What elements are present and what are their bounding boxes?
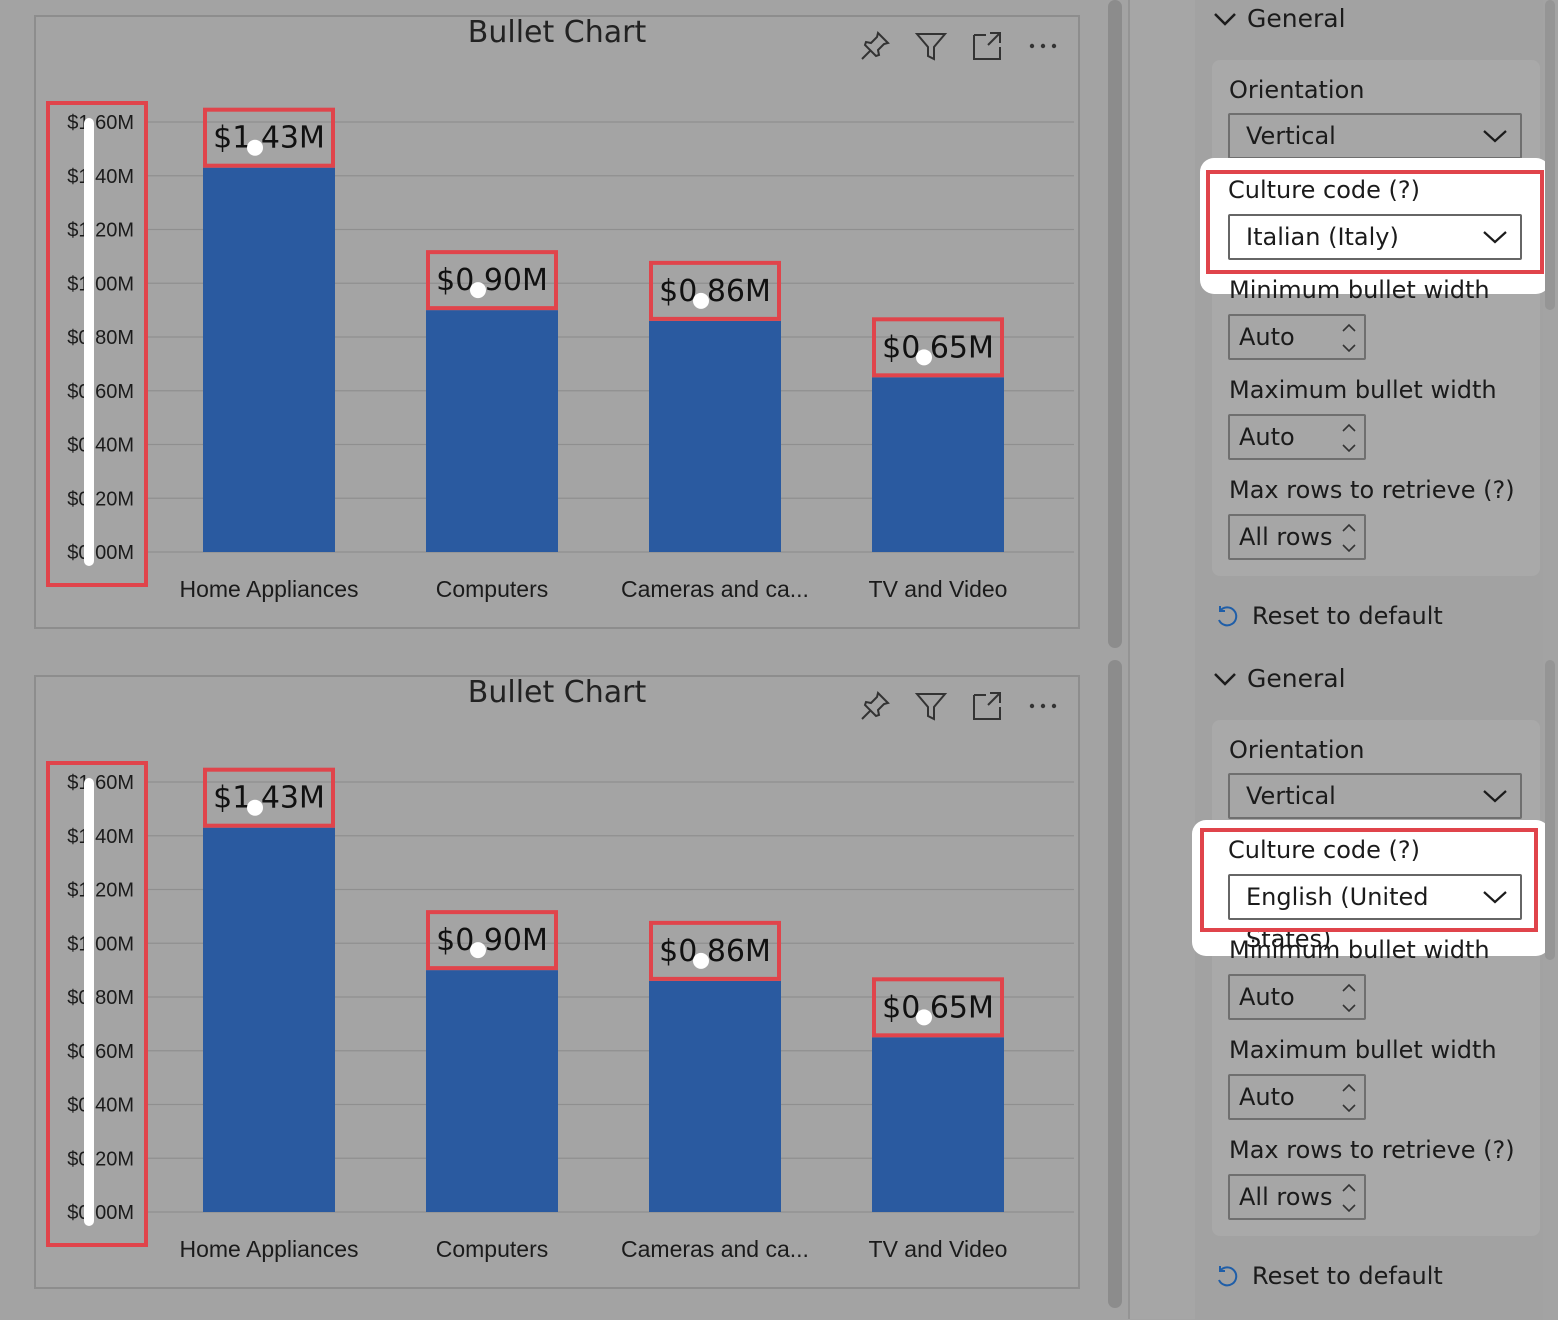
x-category-label: Cameras and ca... [621,1236,809,1262]
x-category-label: Cameras and ca... [621,576,809,602]
min-bullet-width-input[interactable]: Auto [1228,974,1366,1020]
y-tick-label: $0,40M [67,435,134,457]
culture-field-layer: Culture code (?) Italian (Italy) Minimum… [1212,0,1542,660]
comparison-section-italian: Bullet Chart $0,00M $0,20M $0,40M $0,60M $0,… [0,0,1558,660]
y-tick-label: $1,00M [67,273,134,295]
spin-arrows-icon[interactable] [1340,1080,1358,1116]
x-category-label: TV and Video [869,576,1008,602]
y-tick-label: $0,00M [67,542,134,564]
target-marker [916,1009,932,1026]
reset-to-default-button[interactable]: Reset to default [1214,1262,1443,1290]
max-bullet-width-label: Maximum bullet width [1229,1036,1497,1064]
x-category-label: Home Appliances [180,1236,359,1262]
spin-arrows-icon[interactable] [1340,1180,1358,1216]
axis-slider-track[interactable] [84,118,94,566]
data-label: $0,90M [436,263,548,298]
target-marker [470,282,486,299]
target-marker [693,292,709,309]
x-category-label: TV and Video [869,1236,1008,1262]
bar[interactable] [872,377,1004,552]
y-tick-label: $1.40M [67,826,134,848]
min-bullet-width-label: Minimum bullet width [1229,936,1490,964]
max-rows-input[interactable]: All rows [1228,514,1366,560]
data-label: $1,43M [213,121,325,156]
bullet-chart-visual[interactable]: Bullet Chart $0,00M $0,20M $0,40M $0,60M $0,… [34,15,1080,629]
pane-scrollbar[interactable] [1545,660,1555,960]
min-bullet-width-value: Auto [1239,983,1295,1011]
bar[interactable] [203,167,335,552]
report-scrollbar[interactable] [1108,0,1122,648]
culture-highlight-box [1200,828,1538,932]
data-label: $0.86M [659,934,771,969]
culture-field-layer: Culture code (?) English (United States)… [1212,660,1542,1320]
bar[interactable] [203,827,335,1212]
max-bullet-width-input[interactable]: Auto [1228,414,1366,460]
bar-chart-plot: $0,00M $0,20M $0,40M $0,60M $0,80M $1,00M $1,2… [46,101,1074,602]
max-rows-label: Max rows to retrieve (?) [1229,1136,1515,1164]
bar[interactable] [426,310,558,552]
max-rows-value: All rows [1239,1183,1333,1211]
spin-arrows-icon[interactable] [1340,980,1358,1016]
y-tick-label: $0,60M [67,381,134,403]
max-rows-input[interactable]: All rows [1228,1174,1366,1220]
target-marker [916,349,932,366]
spin-arrows-icon[interactable] [1340,520,1358,556]
data-label: $0,86M [659,274,771,309]
bar[interactable] [649,320,781,552]
spin-arrows-icon[interactable] [1340,420,1358,456]
culture-highlight-box [1206,170,1544,274]
data-label: $1.43M [213,781,325,816]
y-tick-label: $1.60M [67,772,134,794]
min-bullet-width-value: Auto [1239,323,1295,351]
reset-icon [1218,606,1238,627]
y-tick-label: $0.60M [67,1041,134,1063]
max-rows-value: All rows [1239,523,1333,551]
bar[interactable] [426,970,558,1212]
target-marker [693,952,709,969]
pane-scrollbar[interactable] [1545,0,1555,310]
y-tick-label: $0.80M [67,987,134,1009]
y-tick-label: $1,60M [67,112,134,134]
target-marker [470,942,486,959]
bar[interactable] [649,980,781,1212]
max-bullet-width-value: Auto [1239,1083,1295,1111]
comparison-section-english: Bullet Chart $0.00M $0.20M $0.40M $0.60M $0.… [0,660,1558,1320]
y-tick-label: $1,20M [67,220,134,242]
bullet-chart-visual[interactable]: Bullet Chart $0.00M $0.20M $0.40M $0.60M $0.… [34,675,1080,1289]
data-label: $0.65M [882,990,994,1025]
y-tick-label: $1.00M [67,933,134,955]
bar-chart-plot: $0.00M $0.20M $0.40M $0.60M $0.80M $1.00M $1.2… [46,761,1074,1262]
reset-label: Reset to default [1252,602,1443,630]
bar[interactable] [872,1037,1004,1212]
y-tick-label: $0.40M [67,1095,134,1117]
max-bullet-width-label: Maximum bullet width [1229,376,1497,404]
y-tick-label: $1,40M [67,166,134,188]
y-tick-label: $0.00M [67,1202,134,1224]
min-bullet-width-label: Minimum bullet width [1229,276,1490,304]
report-scrollbar[interactable] [1108,660,1122,1308]
y-tick-label: $0.20M [67,1148,134,1170]
target-marker [247,139,263,156]
max-rows-label: Max rows to retrieve (?) [1229,476,1515,504]
target-marker [247,799,263,816]
x-category-label: Computers [436,576,548,602]
y-tick-label: $0,20M [67,488,134,510]
max-bullet-width-value: Auto [1239,423,1295,451]
data-label: $0,65M [882,330,994,365]
spin-arrows-icon[interactable] [1340,320,1358,356]
y-tick-label: $1.20M [67,880,134,902]
reset-to-default-button[interactable]: Reset to default [1214,602,1443,630]
min-bullet-width-input[interactable]: Auto [1228,314,1366,360]
max-bullet-width-input[interactable]: Auto [1228,1074,1366,1120]
x-category-label: Computers [436,1236,548,1262]
reset-label: Reset to default [1252,1262,1443,1290]
reset-icon [1218,1266,1238,1287]
y-tick-label: $0,80M [67,327,134,349]
x-category-label: Home Appliances [180,576,359,602]
axis-slider-track[interactable] [84,778,94,1226]
data-label: $0.90M [436,923,548,958]
